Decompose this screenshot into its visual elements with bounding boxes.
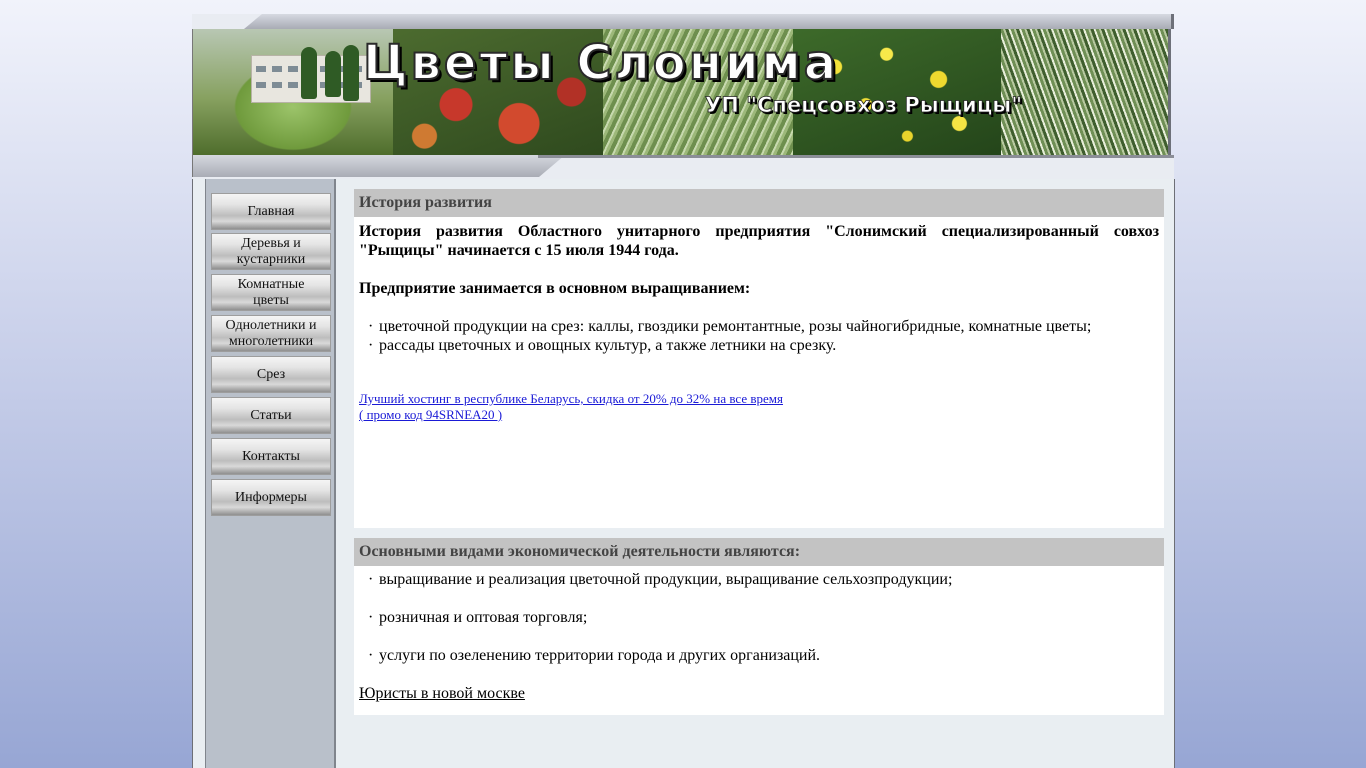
bottom-bevel bbox=[192, 155, 565, 177]
nav-button-contacts[interactable]: Контакты bbox=[211, 438, 331, 475]
nav-button-home[interactable]: Главная bbox=[211, 193, 331, 230]
tree-image bbox=[343, 45, 359, 101]
body-frame: Главная Деревья и кустарники Комнатные ц… bbox=[192, 179, 1175, 768]
activity-intro-line: Предприятие занимается в основном выращи… bbox=[359, 280, 751, 297]
nav-button-annuals-perennials[interactable]: Однолетники и многолетники bbox=[211, 315, 331, 352]
history-body: История развития Областного унитарного п… bbox=[354, 217, 1164, 423]
bottom-bevel-line bbox=[538, 155, 1174, 158]
activities-list: выращивание и реализация цветочной проду… bbox=[359, 570, 1159, 665]
tree-image bbox=[325, 51, 341, 97]
nav-button-indoor-flowers[interactable]: Комнатные цветы bbox=[211, 274, 331, 311]
nav-button-trees-shrubs[interactable]: Деревья и кустарники bbox=[211, 233, 331, 270]
list-item: услуги по озеленению территории города и… bbox=[368, 646, 1159, 665]
site-title: Цветы Слонима bbox=[362, 34, 840, 92]
production-list: цветочной продукции на срез: каллы, гвоз… bbox=[359, 317, 1159, 355]
history-heading: История развития bbox=[354, 189, 1164, 217]
site-subtitle: УП "Спецсовхоз Рыщицы" bbox=[705, 93, 1023, 118]
list-item: рассады цветочных и овощных культур, а т… bbox=[368, 336, 1159, 355]
history-section: История развития История развития Област… bbox=[354, 189, 1164, 528]
nav-button-cut-flowers[interactable]: Срез bbox=[211, 356, 331, 393]
tree-image bbox=[301, 47, 317, 99]
top-bevel-strip bbox=[192, 14, 1174, 29]
page-wrapper: Цветы Слонима УП "Спецсовхоз Рыщицы" Гла… bbox=[192, 14, 1175, 768]
banner-bottom-strip bbox=[192, 155, 1174, 179]
nav-button-articles[interactable]: Статьи bbox=[211, 397, 331, 434]
hosting-promo-link[interactable]: Лучший хостинг в республике Беларусь, ск… bbox=[359, 391, 1159, 407]
activities-heading: Основными видами экономической деятельно… bbox=[354, 538, 1164, 566]
list-item: цветочной продукции на срез: каллы, гвоз… bbox=[368, 317, 1159, 336]
banner-photo-variegated-plants bbox=[1001, 29, 1168, 155]
promo-code-link[interactable]: ( промо код 94SRNEA20 ) bbox=[359, 407, 1159, 423]
activities-section: Основными видами экономической деятельно… bbox=[354, 538, 1164, 715]
top-bevel bbox=[244, 14, 1174, 29]
list-item: выращивание и реализация цветочной проду… bbox=[368, 570, 1159, 589]
history-intro: История развития Областного унитарного п… bbox=[359, 223, 1159, 259]
list-item: розничная и оптовая торговля; bbox=[368, 608, 1159, 627]
header-banner: Цветы Слонима УП "Спецсовхоз Рыщицы" bbox=[192, 29, 1171, 155]
nav-button-informers[interactable]: Информеры bbox=[211, 479, 331, 516]
lawyers-link[interactable]: Юристы в новой москве bbox=[359, 685, 525, 702]
sidebar: Главная Деревья и кустарники Комнатные ц… bbox=[205, 179, 336, 768]
activities-body: выращивание и реализация цветочной проду… bbox=[354, 566, 1164, 703]
